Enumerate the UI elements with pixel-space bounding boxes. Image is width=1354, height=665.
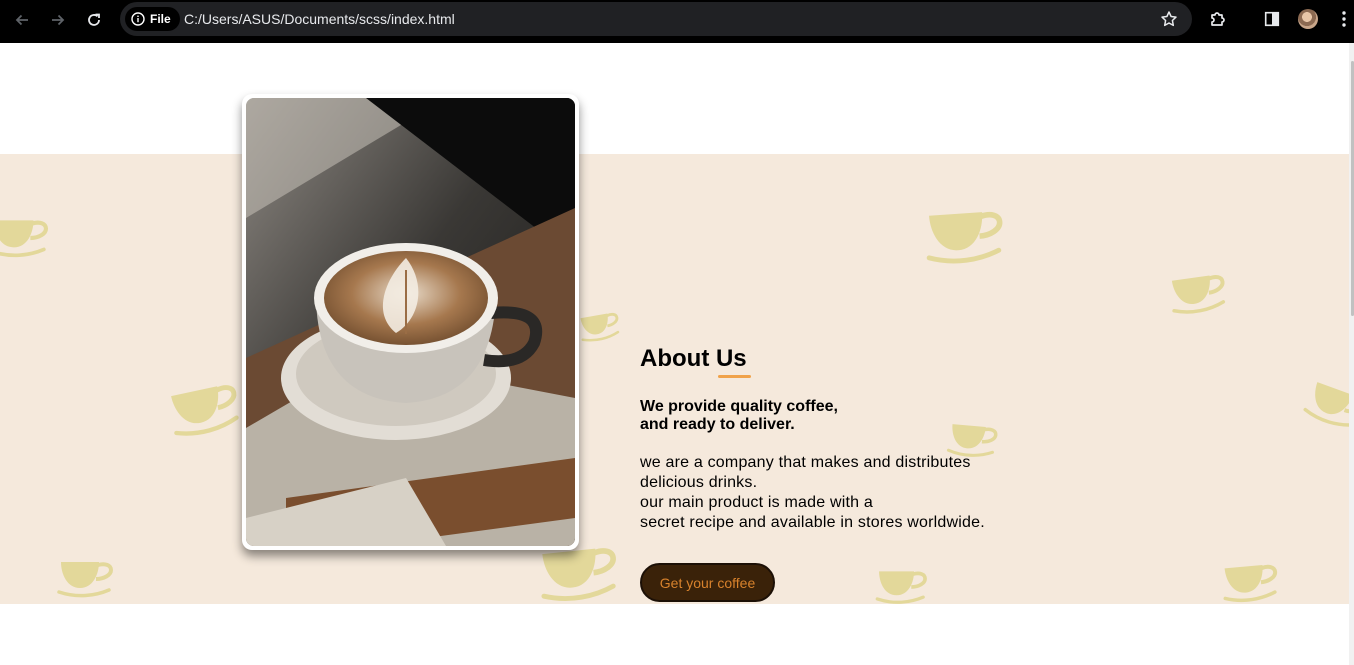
coffee-cup-icon	[575, 305, 627, 348]
side-panel-icon	[1264, 11, 1280, 27]
description-line: we are a company that makes and distribu…	[640, 454, 971, 471]
coffee-cup-icon	[874, 564, 932, 604]
browser-toolbar: File C:/Users/ASUS/Documents/scss/index.…	[0, 0, 1354, 43]
url-text[interactable]: C:/Users/ASUS/Documents/scss/index.html	[184, 11, 455, 27]
about-tagline: We provide quality coffee, and ready to …	[640, 398, 1060, 434]
latte-art-photo	[246, 98, 575, 546]
kebab-menu-icon	[1342, 11, 1346, 27]
arrow-left-icon	[15, 14, 28, 26]
back-button[interactable]	[10, 8, 34, 32]
page-scrollbar[interactable]	[1349, 43, 1354, 665]
tagline-line: and ready to deliver.	[640, 416, 795, 433]
site-info-chip[interactable]: File	[125, 7, 180, 31]
coffee-cup-icon	[0, 212, 54, 264]
title-accent-underline	[718, 375, 751, 378]
coffee-cup-icon	[162, 372, 251, 449]
coffee-cup-icon	[920, 199, 1015, 275]
forward-button[interactable]	[46, 8, 70, 32]
info-icon	[131, 12, 145, 26]
side-panel-button[interactable]	[1262, 9, 1282, 29]
extensions-button[interactable]	[1208, 9, 1228, 29]
reload-button[interactable]	[82, 8, 106, 32]
about-title-text: About Us	[640, 345, 747, 372]
description-line: secret recipe and available in stores wo…	[640, 514, 985, 531]
profile-avatar[interactable]	[1298, 9, 1318, 29]
description-line: our main product is made with a	[640, 494, 873, 511]
browser-menu-button[interactable]	[1334, 9, 1354, 29]
about-section: About Us We provide quality coffee, and …	[0, 154, 1349, 604]
about-description: we are a company that makes and distribu…	[640, 453, 1060, 533]
about-text: About Us We provide quality coffee, and …	[640, 344, 1060, 602]
coffee-cup-icon	[1165, 265, 1235, 323]
coffee-cup-icon	[48, 554, 126, 604]
page-viewport: About Us We provide quality coffee, and …	[0, 43, 1354, 665]
reload-icon	[88, 13, 100, 26]
address-bar[interactable]: File C:/Users/ASUS/Documents/scss/index.…	[120, 2, 1192, 36]
about-image-card	[242, 94, 579, 550]
star-icon[interactable]	[1160, 10, 1178, 28]
arrow-right-icon	[52, 14, 65, 26]
get-coffee-button[interactable]: Get your coffee	[640, 563, 775, 602]
puzzle-icon	[1211, 12, 1225, 26]
coffee-cup-icon	[1298, 373, 1349, 441]
coffee-cup-icon	[1218, 555, 1286, 604]
tagline-line: We provide quality coffee,	[640, 398, 838, 415]
about-title: About Us	[640, 344, 751, 378]
site-info-label: File	[150, 12, 171, 26]
description-line: delicious drinks.	[640, 474, 758, 491]
